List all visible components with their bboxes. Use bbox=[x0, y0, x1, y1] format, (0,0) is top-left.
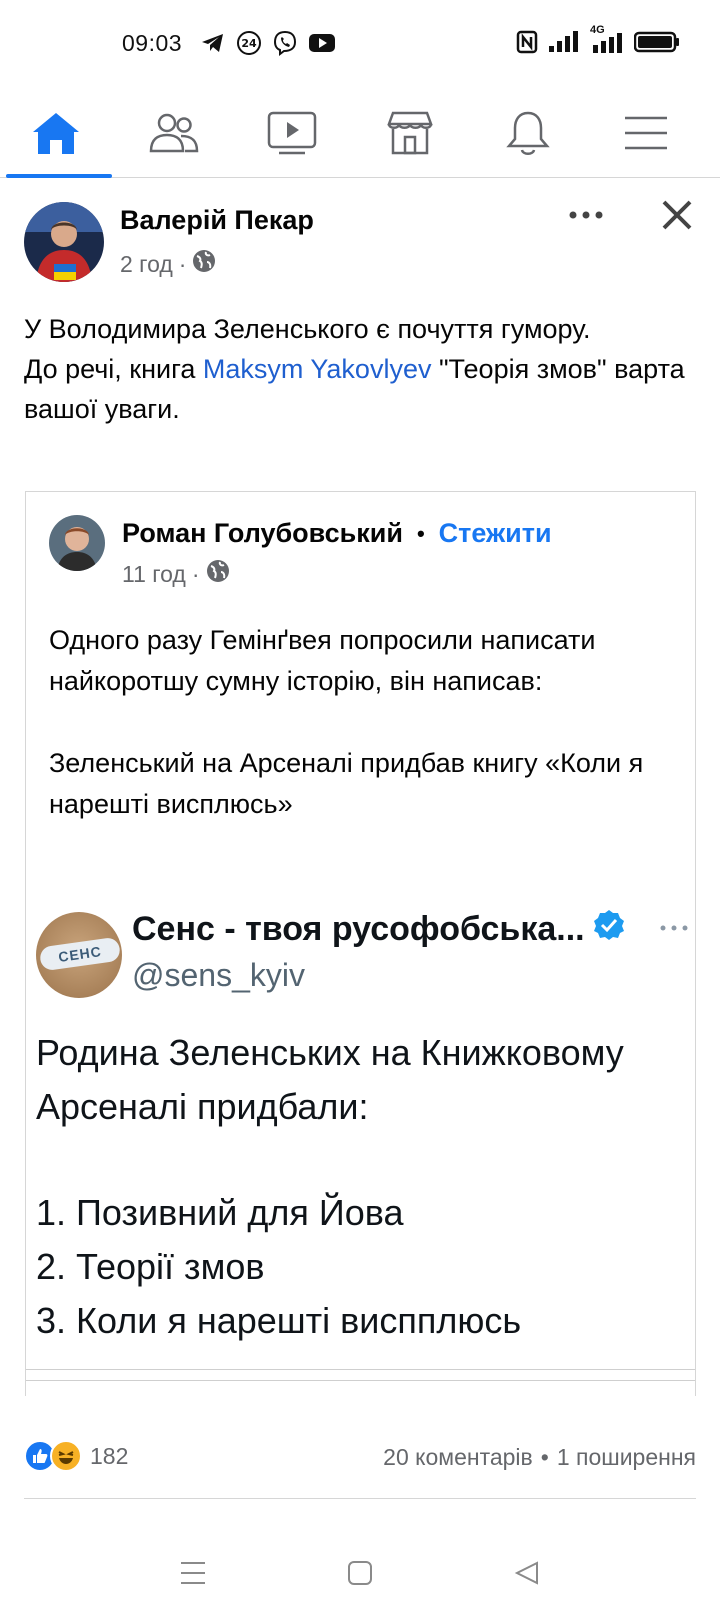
bell-icon bbox=[505, 109, 551, 162]
shared-author-name[interactable]: Роман Голубовський bbox=[122, 518, 403, 549]
verified-badge-icon bbox=[593, 909, 625, 950]
youtube-icon bbox=[308, 32, 336, 59]
menu-icon bbox=[623, 113, 669, 158]
shares-count[interactable]: 1 поширення bbox=[557, 1444, 696, 1471]
post-options-button[interactable] bbox=[566, 200, 606, 230]
4g-signal-icon: 4G bbox=[588, 24, 624, 59]
follow-button[interactable]: Стежити bbox=[439, 518, 552, 549]
globe-icon bbox=[192, 249, 216, 279]
network-type-label: 4G bbox=[590, 24, 605, 36]
shared-text-paragraph-2: Зеленський на Арсеналі придбав книгу «Ко… bbox=[49, 748, 644, 819]
meta-separator: · bbox=[178, 250, 187, 277]
post-text: У Володимира Зеленського є почуття гумор… bbox=[24, 309, 694, 429]
name-dot: • bbox=[416, 520, 425, 546]
system-navigation-bar bbox=[0, 1545, 720, 1605]
status-bar: 09:03 24 4G bbox=[0, 0, 720, 90]
tab-friends[interactable] bbox=[118, 92, 230, 178]
status-time: 09:03 bbox=[122, 30, 183, 56]
home-system-button[interactable] bbox=[330, 1545, 390, 1605]
status-notification-icons: 24 bbox=[200, 30, 336, 61]
tweet-text: Родина Зеленських на Книжковому Арсеналі… bbox=[36, 1026, 686, 1348]
hide-post-button[interactable] bbox=[660, 198, 696, 234]
svg-text:24: 24 bbox=[241, 37, 257, 50]
back-system-button[interactable] bbox=[497, 1545, 557, 1605]
reactions-summary[interactable]: 182 bbox=[24, 1440, 128, 1472]
engagement-bullet: • bbox=[540, 1444, 549, 1470]
shared-post-time[interactable]: 11 год bbox=[122, 561, 186, 588]
comments-count[interactable]: 20 коментарів bbox=[383, 1444, 533, 1471]
shared-text-paragraph-1: Одного разу Гемінґвея попросили написати… bbox=[49, 625, 596, 696]
friends-icon bbox=[148, 111, 200, 160]
tab-watch[interactable] bbox=[236, 92, 348, 178]
tab-notifications[interactable] bbox=[472, 92, 584, 178]
shared-post-text: Одного разу Гемінґвея попросили написати… bbox=[49, 620, 679, 825]
back-icon bbox=[514, 1560, 540, 1591]
home-icon bbox=[31, 110, 81, 161]
author-avatar[interactable] bbox=[24, 202, 104, 282]
tab-menu[interactable] bbox=[590, 92, 702, 178]
24-news-icon: 24 bbox=[236, 30, 262, 61]
viber-icon bbox=[272, 30, 298, 61]
image-bottom-border bbox=[26, 1369, 695, 1381]
tweet-account-name-line: Сенс - твоя русофобська... bbox=[132, 909, 625, 950]
tweet-list-item: 3. Коли я нарешті виспплюсь bbox=[36, 1300, 522, 1341]
close-icon bbox=[660, 200, 694, 236]
post-meta: 2 год · bbox=[120, 249, 216, 279]
battery-icon bbox=[633, 31, 680, 58]
tab-marketplace[interactable] bbox=[354, 92, 466, 178]
nfc-icon bbox=[516, 30, 538, 59]
tweet-avatar: СЕНС bbox=[36, 912, 122, 998]
shared-meta-separator: · bbox=[191, 560, 200, 587]
tweet-avatar-label: СЕНС bbox=[57, 943, 103, 965]
tweet-handle: @sens_kyiv bbox=[132, 957, 305, 993]
signal-icon bbox=[548, 31, 578, 58]
facebook-tab-bar bbox=[0, 92, 720, 178]
home-square-icon bbox=[347, 1560, 373, 1591]
recent-apps-button[interactable] bbox=[163, 1545, 223, 1605]
recent-apps-icon bbox=[179, 1560, 207, 1591]
tweet-intro: Родина Зеленських на Книжковому Арсеналі… bbox=[36, 1032, 624, 1127]
engagement-stats: 20 коментарів • 1 поширення bbox=[383, 1444, 696, 1471]
marketplace-icon bbox=[385, 110, 435, 161]
reaction-count: 182 bbox=[90, 1442, 129, 1469]
action-divider bbox=[24, 1498, 696, 1499]
shared-author-line: Роман Голубовський • Стежити bbox=[122, 518, 552, 549]
status-system-icons: 4G bbox=[516, 24, 680, 59]
more-dots-icon bbox=[569, 206, 603, 224]
shared-author-avatar[interactable] bbox=[49, 515, 105, 571]
shared-post-meta: 11 год · bbox=[122, 559, 230, 589]
tweet-account-name: Сенс - твоя русофобська... bbox=[132, 910, 585, 948]
shared-post-image[interactable]: СЕНС Сенс - твоя русофобська... @sens_ky… bbox=[25, 883, 696, 1396]
tweet-list-item: 1. Позивний для Йова bbox=[36, 1192, 404, 1233]
shared-post-card[interactable]: Роман Голубовський • Стежити 11 год · Од… bbox=[25, 491, 696, 883]
globe-icon bbox=[206, 559, 230, 589]
video-icon bbox=[267, 110, 317, 161]
tab-home[interactable] bbox=[0, 92, 112, 178]
tweet-list-item: 2. Теорії змов bbox=[36, 1246, 265, 1287]
mention-link[interactable]: Maksym Yakovlyev bbox=[203, 354, 432, 384]
haha-icon bbox=[50, 1440, 82, 1472]
post-time[interactable]: 2 год bbox=[120, 251, 173, 278]
tweet-more-icon bbox=[659, 919, 689, 939]
telegram-icon bbox=[200, 31, 226, 60]
author-name[interactable]: Валерій Пекар bbox=[120, 205, 314, 236]
